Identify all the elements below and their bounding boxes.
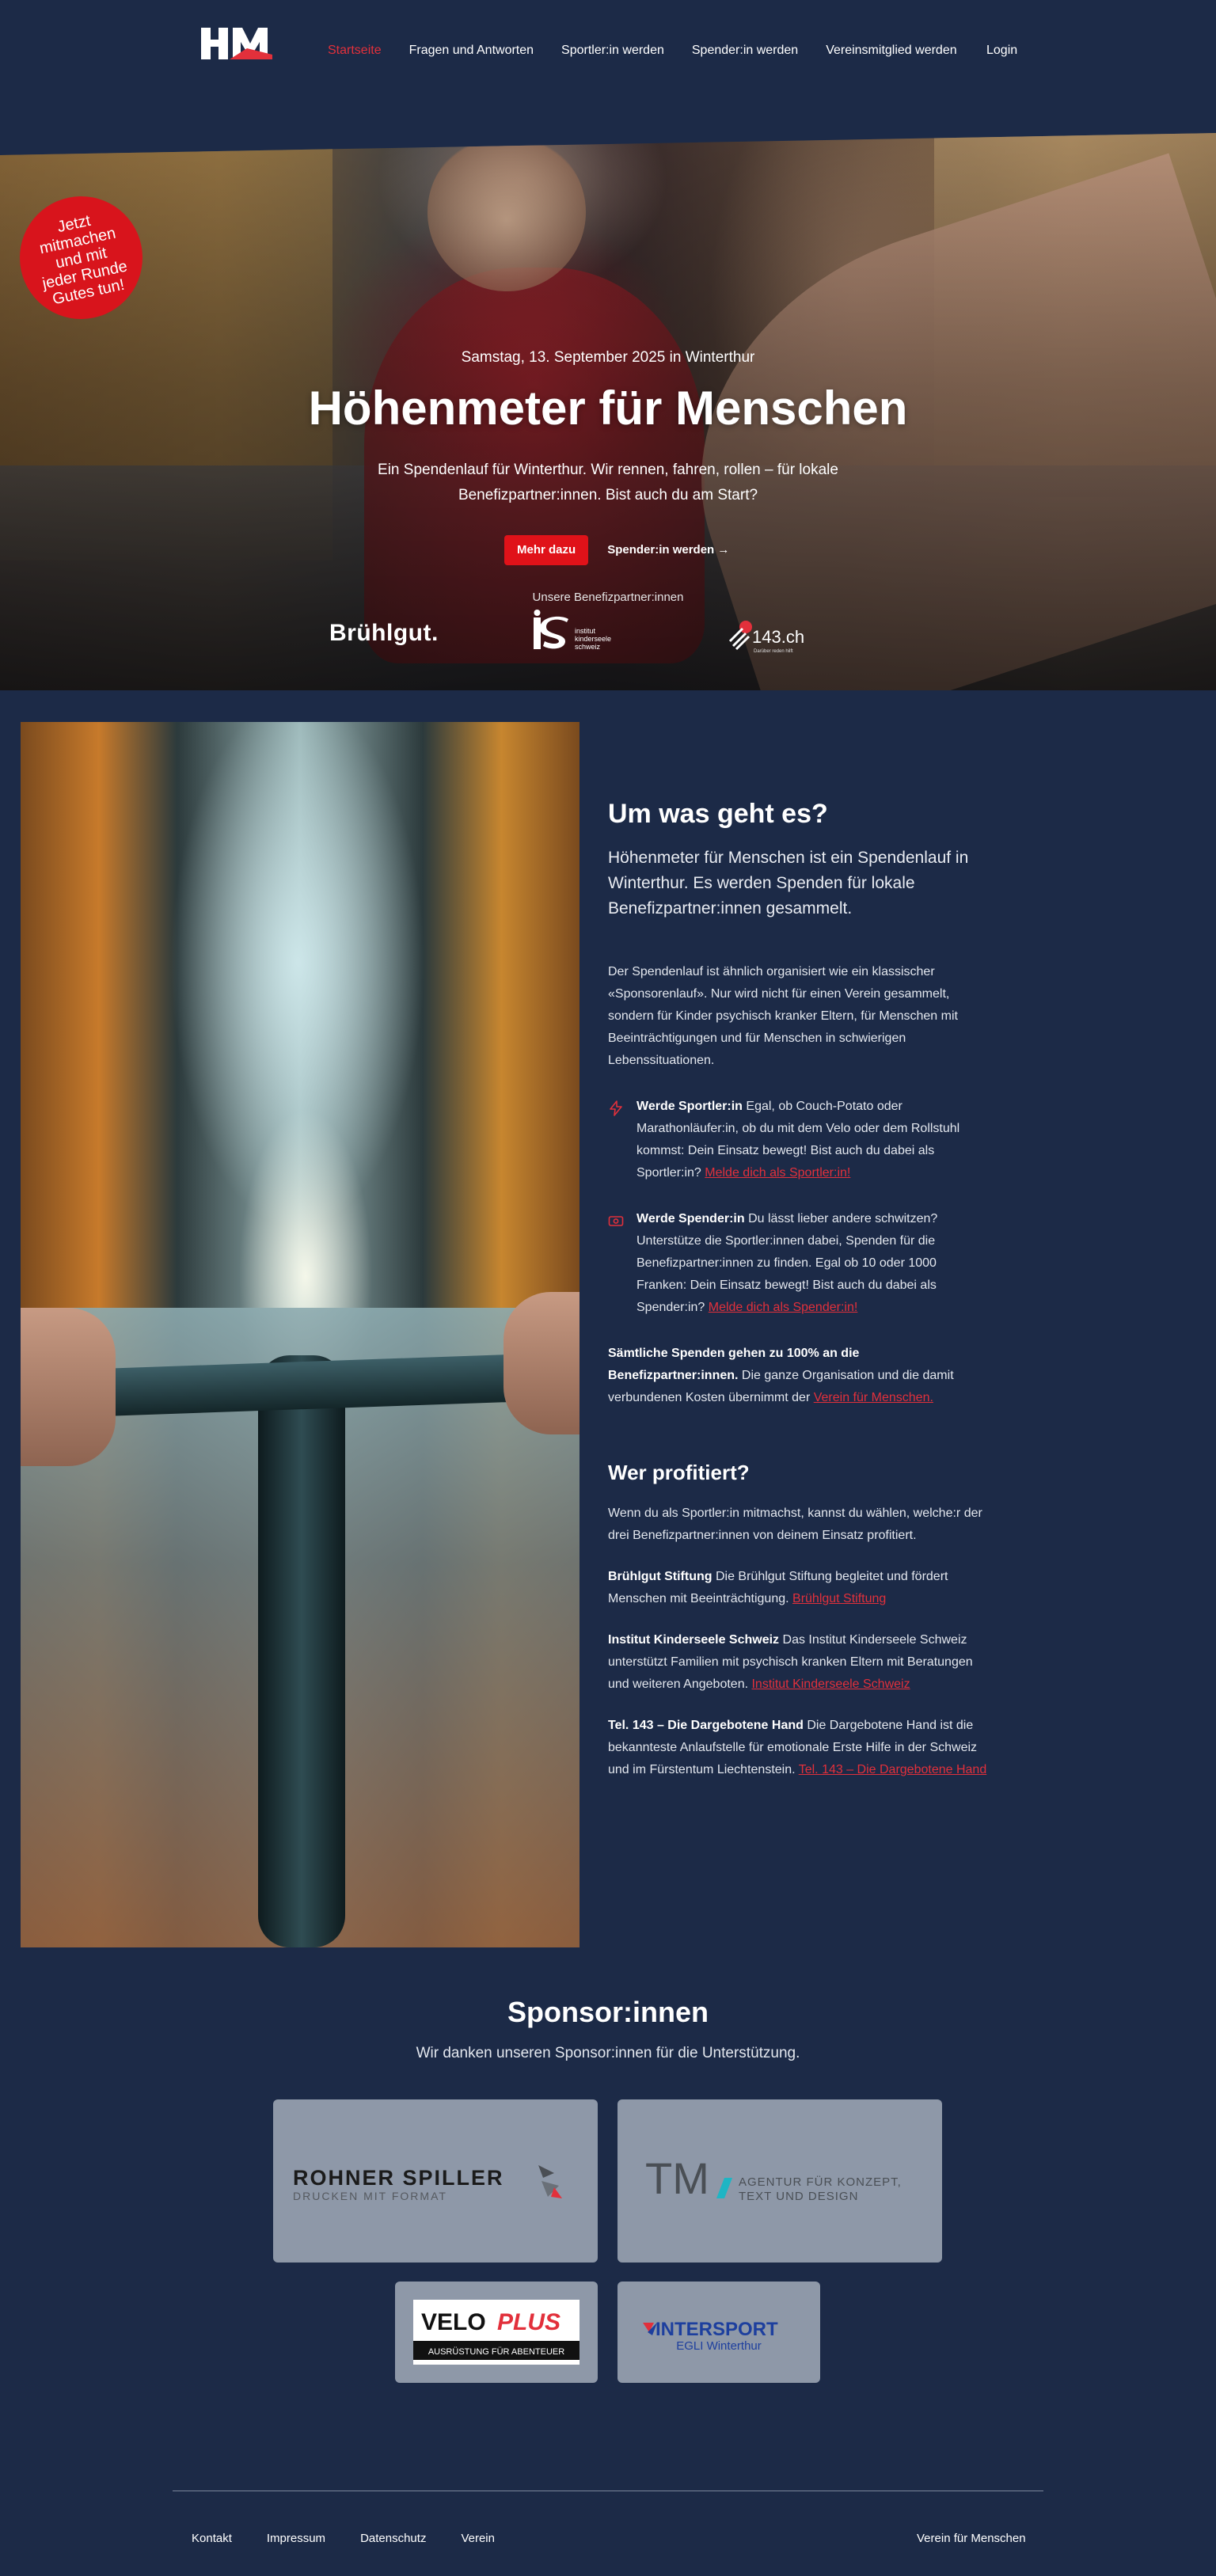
kinderseele-line-1: institut [575,627,596,635]
nav-vereinsmitglied-werden[interactable]: Vereinsmitglied werden [826,41,956,60]
tel143-link[interactable]: Tel. 143 – Die Dargebotene Hand [799,1763,987,1776]
tm-line-2: TEXT UND DESIGN [739,2190,858,2203]
nav-sportler-werden[interactable]: Sportler:in werden [561,41,664,60]
tel143-tagline: Darüber reden hilft [754,649,793,654]
sponsors-subtitle: Wir danken unseren Sponsor:innen für die… [416,2045,800,2061]
footer-nav: Kontakt Impressum Datenschutz Verein [192,2530,530,2548]
hero-buttons: Mehr dazu Spender:in werden → [504,535,729,565]
about-lead: Höhenmeter für Menschen ist ein Spendenl… [608,849,969,918]
rohner-spiller-tagline: DRUCKEN MIT FORMAT [293,2190,447,2202]
hero-subtitle: Ein Spendenlauf für Winterthur. Wir renn… [378,462,838,503]
partner-logo-143[interactable]: 143.ch Darüber reden hilft [728,617,808,657]
bike-image-left-hand [21,1308,116,1466]
veloplus-logo: VELO PLUS AUSRÜSTUNG FÜR ABENTEUER [413,2300,580,2365]
intersport-logo: INTERSPORT EGLI Winterthur [643,2319,778,2353]
about-intro: Der Spendenlauf ist ähnlich organisiert … [608,965,958,1067]
partner-143-title: Tel. 143 – Die Dargebotene Hand [608,1719,804,1732]
feature-spender: Werde Spender:in Du lässt lieber andere … [608,1208,988,1319]
main-nav: Startseite Fragen und Antworten Sportler… [328,41,985,60]
nav-startseite[interactable]: Startseite [328,41,382,60]
cycling-handlebar-image [21,722,580,1947]
veloplus-tagline: AUSRÜSTUNG FÜR ABENTEUER [428,2347,564,2357]
intersport-name: INTERSPORT [656,2319,778,2340]
kinderseele-link[interactable]: Institut Kinderseele Schweiz [751,1677,910,1691]
tel143-logo-icon: 143.ch Darüber reden hilft [728,621,804,654]
sponsor-intersport[interactable]: INTERSPORT EGLI Winterthur [618,2282,820,2383]
bike-image-sky [147,722,448,1324]
benefit-title: Wer profitiert? [608,1461,750,1484]
feature-sportler: Werde Sportler:in Egal, ob Couch-Potato … [608,1096,988,1184]
partner-kinderseele-info: Institut Kinderseele Schweiz Das Institu… [608,1629,988,1696]
rohner-spiller-name: ROHNER SPILLER [293,2166,504,2190]
footer-datenschutz[interactable]: Datenschutz [360,2530,426,2548]
partner-143-info: Tel. 143 – Die Dargebotene Hand Die Darg… [608,1715,988,1781]
login-link[interactable]: Login [986,41,1017,60]
feature-sportler-title: Werde Sportler:in [636,1100,743,1113]
tm-line-1: AGENTUR FÜR KONZEPT, [739,2175,902,2189]
feature-spender-title: Werde Spender:in [636,1212,745,1225]
tm-name: TM [645,2153,709,2203]
intersport-sub: EGLI Winterthur [676,2339,762,2353]
bruehlgut-link[interactable]: Brühlgut Stiftung [792,1592,886,1605]
partner-bruehlgut-info: Brühlgut Stiftung Die Brühlgut Stiftung … [608,1566,988,1610]
sportler-signup-link[interactable]: Melde dich als Sportler:in! [705,1166,850,1180]
nav-spender-werden[interactable]: Spender:in werden [692,41,798,60]
banknote-icon [608,1216,624,1226]
site-logo[interactable] [201,26,277,61]
nav-fragen-und-antworten[interactable]: Fragen und Antworten [409,41,534,60]
partner-kinderseele-title: Institut Kinderseele Schweiz [608,1633,780,1647]
footer-kontakt[interactable]: Kontakt [192,2530,232,2548]
sponsor-veloplus[interactable]: VELO PLUS AUSRÜSTUNG FÜR ABENTEUER [395,2282,598,2383]
benefit-intro: Wenn du als Sportler:in mitmachst, kanns… [608,1506,982,1542]
veloplus-plus: PLUS [497,2309,560,2335]
footer-impressum[interactable]: Impressum [267,2530,325,2548]
about-section: Um was geht es? Höhenmeter für Menschen … [608,795,988,1781]
partner-logo-bruehlgut[interactable]: Brühlgut. [329,620,439,647]
feature-spender-text: Du lässt lieber andere schwitzen? Unters… [636,1212,938,1314]
sponsor-rohner-spiller[interactable]: ROHNER SPILLER DRUCKEN MIT FORMAT [273,2099,598,2263]
partner-bruehlgut-title: Brühlgut Stiftung [608,1570,712,1583]
footer-verein-fuer-menschen[interactable]: Verein für Menschen [917,2530,1026,2548]
sponsors-title: Sponsor:innen [507,1996,709,2028]
hero-title: Höhenmeter für Menschen [308,382,908,435]
spender-signup-link[interactable]: Melde dich als Spender:in! [709,1301,858,1314]
rohner-spiller-logo: ROHNER SPILLER DRUCKEN MIT FORMAT [293,2165,562,2202]
bike-image-right-hand [504,1292,580,1434]
sponsor-tm-agentur[interactable]: TM AGENTUR FÜR KONZEPT, TEXT UND DESIGN [618,2099,942,2263]
kinderseele-line-2: kinderseele [575,635,611,643]
kinderseele-logo-icon: institut kinderseele schweiz [534,610,611,651]
tm-logo: TM AGENTUR FÜR KONZEPT, TEXT UND DESIGN [645,2153,902,2203]
bike-image-frame [258,1355,345,1947]
donation-note: Sämtliche Spenden gehen zu 100% an die B… [608,1343,988,1409]
hero-content: Samstag, 13. September 2025 in Winterthu… [0,133,1216,690]
about-title: Um was geht es? [608,799,828,829]
footer-verein[interactable]: Verein [461,2530,495,2548]
spender-werden-link[interactable]: Spender:in werden → [607,535,729,565]
partners-label: Unsere Benefizpartner:innen [532,591,684,604]
logo-icon [201,28,272,59]
kinderseele-line-3: schweiz [575,643,601,651]
tel143-text: 143.ch [752,627,804,647]
lightning-icon [610,1100,622,1116]
site-header: Startseite Fragen und Antworten Sportler… [0,0,1216,103]
event-date: Samstag, 13. September 2025 in Winterthu… [461,349,755,366]
cta-badge-text: Jetzt mitmachen und mit jeder Runde Gute… [37,211,129,308]
partner-logo-kinderseele[interactable]: institut kinderseele schweiz [532,610,619,657]
verein-link[interactable]: Verein für Menschen. [814,1391,933,1404]
mehr-dazu-button[interactable]: Mehr dazu [504,535,589,565]
veloplus-velo: VELO [421,2309,486,2335]
